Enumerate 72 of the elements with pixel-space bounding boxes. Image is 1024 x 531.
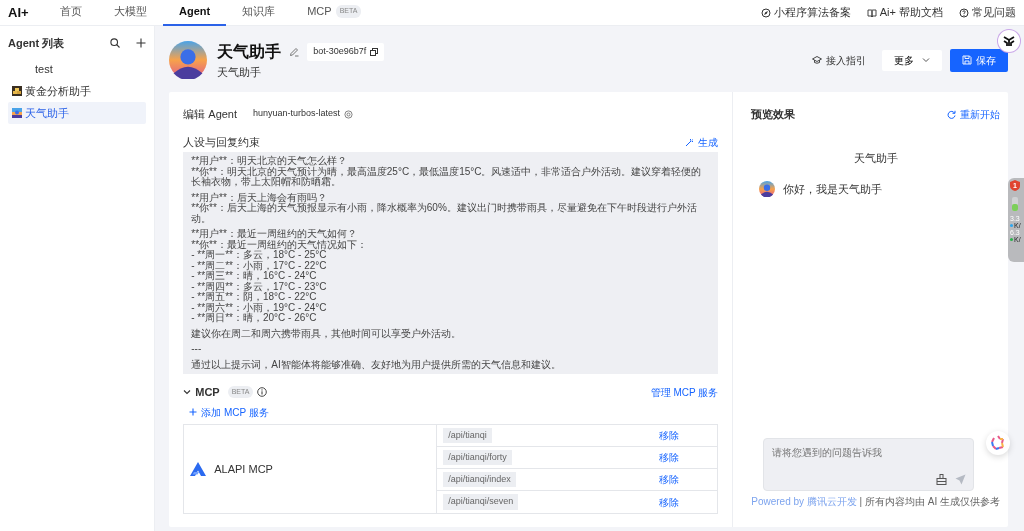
- nav-link[interactable]: Ai+ 帮助文档: [866, 4, 943, 21]
- preview-title: 预览效果: [751, 106, 796, 122]
- nav-tab[interactable]: 大模型: [98, 0, 163, 26]
- compass-icon: [760, 7, 771, 18]
- prompt-paragraph: **用户**：明天北京的天气怎么样？ **你**：明天北京的天气预计为晴，最高温度25°C，最低温度15°C。风速适中，非常适合户外活动。建议穿着轻便的长袖衣物，带上太阳帽和防晒霜。: [191, 156, 703, 188]
- prompt-paragraph: 建议你在周二和周六携带雨具，其他时间可以享受户外活动。: [191, 328, 463, 339]
- prompt-paragraph: **用户**：最近一周纽约的天气如何？ **你**：最近一周纽约的天气情况如下： - **周一**：多云，18°C - 25°C - **周二**：小雨，17°C - 22°C - **周三**：晴，16°C - 24°C - **周四**：多云，17°C - 23°C - **周五**：阴，18°C - 22°C - **周六**：小雨，19°C - 24°C - **周日**：晴，20°C - 26°C: [191, 229, 368, 324]
- nav-link[interactable]: 常见问题: [959, 4, 1016, 21]
- agent-item[interactable]: 黄金分析助手: [8, 80, 147, 102]
- nav-tab[interactable]: 首页: [44, 0, 98, 26]
- tool-path: /api/tianqi/seven: [443, 494, 519, 510]
- restart-link[interactable]: 重新开始: [947, 106, 1000, 122]
- bot-id-chip[interactable]: bot-30e96b7f: [307, 43, 385, 61]
- chevron-down-icon: [922, 56, 930, 64]
- remove-link[interactable]: 移除: [659, 494, 680, 510]
- prompt-paragraph: **用户**：后天上海会有雨吗？ **你**：后天上海的天气预报显示有小雨，降水概率为60%。建议出门时携带雨具，尽量避免在下午时段进行户外活动。: [191, 192, 698, 224]
- nav-tab[interactable]: 知识库: [226, 0, 292, 26]
- y-logo-icon: [1003, 35, 1015, 47]
- help-icon: [959, 7, 969, 18]
- weather-avatar-icon: [12, 108, 22, 118]
- footer-note: | 所有内容均由 AI 生成仅供参考: [859, 496, 1000, 507]
- more-button[interactable]: 更多: [882, 49, 942, 71]
- save-icon: [962, 55, 972, 65]
- search-icon[interactable]: [110, 38, 121, 48]
- manage-link[interactable]: 管理 MCP 服务: [650, 384, 719, 400]
- tool-path: /api/tianqi/forty: [443, 449, 512, 466]
- assistant-button[interactable]: [998, 30, 1020, 52]
- remove-link[interactable]: 移除: [659, 428, 680, 443]
- generate-link[interactable]: 生成: [685, 134, 719, 150]
- logo[interactable]: AI+: [0, 2, 44, 23]
- plus-icon[interactable]: [136, 38, 147, 48]
- chat-message: 你好，我是天气助手: [783, 181, 883, 197]
- nav-link[interactable]: 小程序算法备案: [760, 4, 851, 21]
- nav-tab[interactable]: Agent: [163, 0, 227, 26]
- agent-item[interactable]: test: [8, 58, 147, 80]
- sparkle-logo-icon: [990, 435, 1006, 451]
- book-icon: [866, 7, 877, 18]
- memory-bar-icon: [1012, 197, 1018, 211]
- copy-icon: [370, 47, 379, 56]
- add-service-link[interactable]: 添加 MCP 服务: [189, 404, 269, 420]
- magic-wand-icon: [685, 137, 695, 147]
- edit-icon[interactable]: [289, 46, 300, 57]
- remove-link[interactable]: 移除: [659, 450, 680, 465]
- model-selector[interactable]: hunyuan-turbos-latest: [253, 107, 354, 121]
- section-title: MCP: [195, 384, 220, 400]
- ingot-stack-icon: [12, 86, 22, 96]
- agent-avatar: [169, 41, 208, 79]
- agent-description: 天气助手: [217, 64, 263, 80]
- chevron-down-icon[interactable]: [183, 388, 192, 396]
- service-name: ALAPI MCP: [214, 461, 273, 477]
- service-logo-icon: [190, 462, 207, 476]
- guide-link[interactable]: 接入指引: [812, 52, 866, 68]
- info-icon: [257, 387, 268, 397]
- bot-name: 天气助手: [852, 151, 899, 166]
- save-button[interactable]: 保存: [950, 48, 1008, 72]
- plus-icon: [189, 408, 198, 416]
- graduation-cap-icon: [812, 55, 822, 65]
- section-title: 编辑 Agent: [183, 106, 238, 122]
- tool-path: /api/tianqi: [443, 427, 492, 444]
- field-label: 人设与回复约束: [183, 134, 261, 150]
- refresh-icon: [947, 109, 956, 119]
- bot-avatar: [759, 180, 776, 197]
- tool-path: /api/tianqi/index: [443, 471, 516, 488]
- gear-icon: [344, 109, 354, 119]
- sidebar-title: Agent 列表: [8, 35, 65, 51]
- remove-link[interactable]: 移除: [659, 472, 680, 487]
- agent-item[interactable]: 天气助手: [8, 102, 147, 124]
- prompt-paragraph: 通过以上提示词，AI智能体将能够准确、友好地为用户提供所需的天气信息和建议。: [191, 359, 562, 370]
- agent-name: 天气助手: [217, 41, 282, 62]
- broom-icon[interactable]: [936, 474, 948, 485]
- chat-input[interactable]: 请将您遇到的问题告诉我: [763, 438, 975, 491]
- prompt-paragraph: ---: [191, 344, 203, 355]
